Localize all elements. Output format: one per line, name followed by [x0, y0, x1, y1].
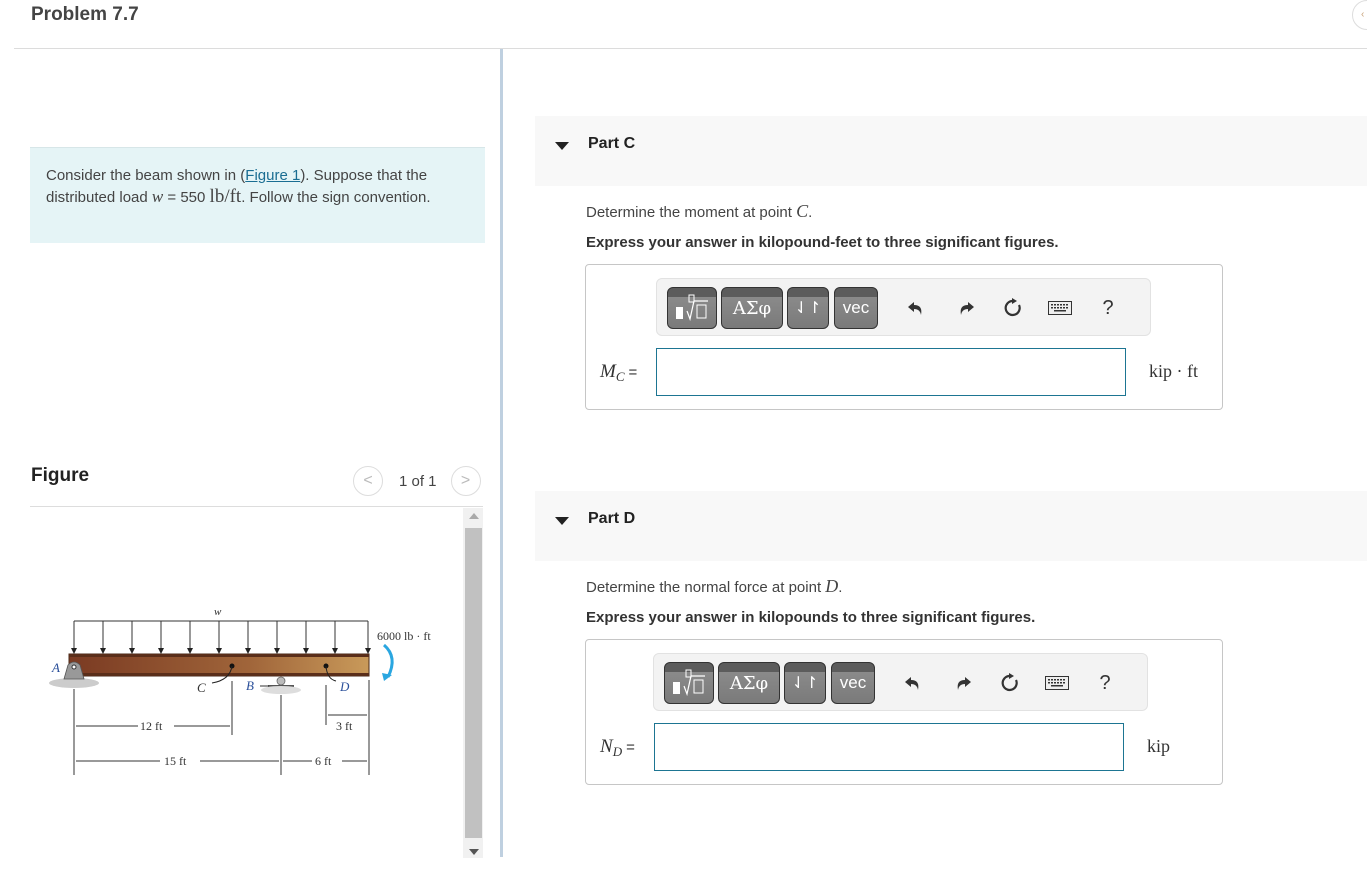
- part-d-instruction: Express your answer in kilopounds to thr…: [586, 609, 1036, 626]
- arrows-button[interactable]: ⇃↾: [787, 287, 829, 329]
- vector-button[interactable]: vec: [834, 287, 878, 329]
- undo-icon[interactable]: [900, 670, 926, 696]
- dim-15ft: 15 ft: [164, 754, 187, 768]
- var-subscript: C: [615, 369, 625, 384]
- figure-next-button[interactable]: >: [450, 466, 481, 496]
- redo-icon[interactable]: [953, 295, 979, 321]
- reset-icon[interactable]: [997, 670, 1023, 696]
- label-d: D: [339, 679, 350, 694]
- point-variable: D: [825, 576, 839, 596]
- label-c: C: [197, 680, 206, 695]
- problem-intro: Consider the beam shown in (Figure 1). S…: [30, 147, 485, 243]
- chevron-right-icon: >: [460, 472, 471, 489]
- part-d-answer-input[interactable]: [654, 723, 1124, 771]
- figure-prev-button[interactable]: <: [353, 466, 383, 496]
- distributed-load-arrows: [71, 620, 371, 654]
- part-d-question: Determine the normal force at point D.: [586, 576, 842, 597]
- label-w: w: [214, 606, 222, 618]
- figure-page-count: 1 of 1: [399, 472, 437, 490]
- reset-icon[interactable]: [1000, 295, 1026, 321]
- figure-scrollbar-thumb[interactable]: [465, 528, 482, 838]
- equals-sign: =: [628, 364, 638, 381]
- var-subscript: D: [612, 744, 623, 759]
- part-d-unit: kip: [1147, 736, 1171, 756]
- part-d-variable-label: ND =: [600, 736, 635, 760]
- dim-3ft: 3 ft: [336, 719, 353, 733]
- figure-link[interactable]: Figure 1: [245, 167, 300, 184]
- figure-divider: [30, 506, 483, 507]
- part-c-header[interactable]: Part C: [535, 116, 1367, 186]
- question-text: Determine the normal force at point: [586, 579, 826, 596]
- undo-icon[interactable]: [903, 295, 929, 321]
- dim-6ft: 6 ft: [315, 754, 332, 768]
- load-variable: w: [151, 187, 164, 206]
- redo-icon[interactable]: [950, 670, 976, 696]
- chevron-left-icon: <: [363, 472, 373, 489]
- math-toolbar: ΑΣφ ⇃↾ vec ?: [653, 653, 1148, 711]
- intro-text: . Follow the sign convention.: [241, 189, 431, 206]
- collapse-triangle-icon[interactable]: [555, 517, 569, 525]
- fraction-root-icon: [676, 294, 708, 322]
- figure-pager: < 1 of 1 >: [353, 466, 481, 496]
- beam-figure: w A C B D 6000 lb · ft 12 ft 15 ft 3 ft: [49, 606, 431, 775]
- greek-symbols-button[interactable]: ΑΣφ: [718, 662, 780, 704]
- help-button[interactable]: ?: [1095, 295, 1121, 321]
- part-d-header[interactable]: Part D: [535, 491, 1367, 561]
- help-button[interactable]: ?: [1092, 670, 1118, 696]
- load-value: = 550: [163, 189, 210, 206]
- figure-title: Figure: [31, 465, 90, 486]
- var-main: M: [600, 361, 616, 382]
- question-text: .: [808, 204, 813, 221]
- part-c-unit: kip · ft: [1149, 361, 1198, 381]
- math-toolbar: ΑΣφ ⇃↾ vec ?: [656, 278, 1151, 336]
- chevron-icon: ‹: [1361, 9, 1365, 20]
- part-d-label: Part D: [588, 510, 636, 527]
- fraction-root-icon: [673, 669, 705, 697]
- label-moment: 6000 lb · ft: [377, 629, 431, 643]
- scroll-down-arrow-icon[interactable]: [469, 849, 479, 855]
- arrows-button[interactable]: ⇃↾: [784, 662, 826, 704]
- part-c-instruction: Express your answer in kilopound-feet to…: [586, 234, 1059, 251]
- question-text: .: [838, 579, 843, 596]
- collapse-triangle-icon[interactable]: [555, 142, 569, 150]
- greek-symbols-button[interactable]: ΑΣφ: [721, 287, 783, 329]
- part-c-answer-box: ΑΣφ ⇃↾ vec ? MC = kip · ft: [585, 264, 1223, 410]
- templates-button[interactable]: [667, 287, 717, 329]
- part-d-answer-box: ΑΣφ ⇃↾ vec ? ND = kip: [585, 639, 1223, 785]
- dim-12ft: 12 ft: [140, 719, 163, 733]
- pane-divider[interactable]: [500, 49, 503, 857]
- scroll-up-arrow-icon[interactable]: [469, 513, 479, 519]
- header-divider: [14, 48, 1367, 49]
- point-variable: C: [796, 201, 809, 221]
- var-main: N: [600, 736, 613, 757]
- top-right-nav-button[interactable]: ‹: [1352, 0, 1367, 30]
- applied-moment-arrow: [382, 643, 394, 678]
- equals-sign: =: [626, 739, 635, 756]
- page-title: Problem 7.7: [31, 4, 139, 25]
- part-c-question: Determine the moment at point C.: [586, 201, 812, 222]
- vector-button[interactable]: vec: [831, 662, 875, 704]
- intro-text: Consider the beam shown in (: [46, 167, 246, 184]
- keyboard-icon[interactable]: [1044, 670, 1070, 696]
- keyboard-icon[interactable]: [1047, 295, 1073, 321]
- label-b: B: [246, 678, 254, 693]
- part-c-answer-input[interactable]: [656, 348, 1126, 396]
- part-c-variable-label: MC =: [600, 361, 637, 385]
- load-unit: lb/ft: [209, 186, 242, 207]
- templates-button[interactable]: [664, 662, 714, 704]
- label-a: A: [51, 660, 60, 675]
- part-c-label: Part C: [588, 135, 636, 152]
- question-text: Determine the moment at point: [586, 204, 797, 221]
